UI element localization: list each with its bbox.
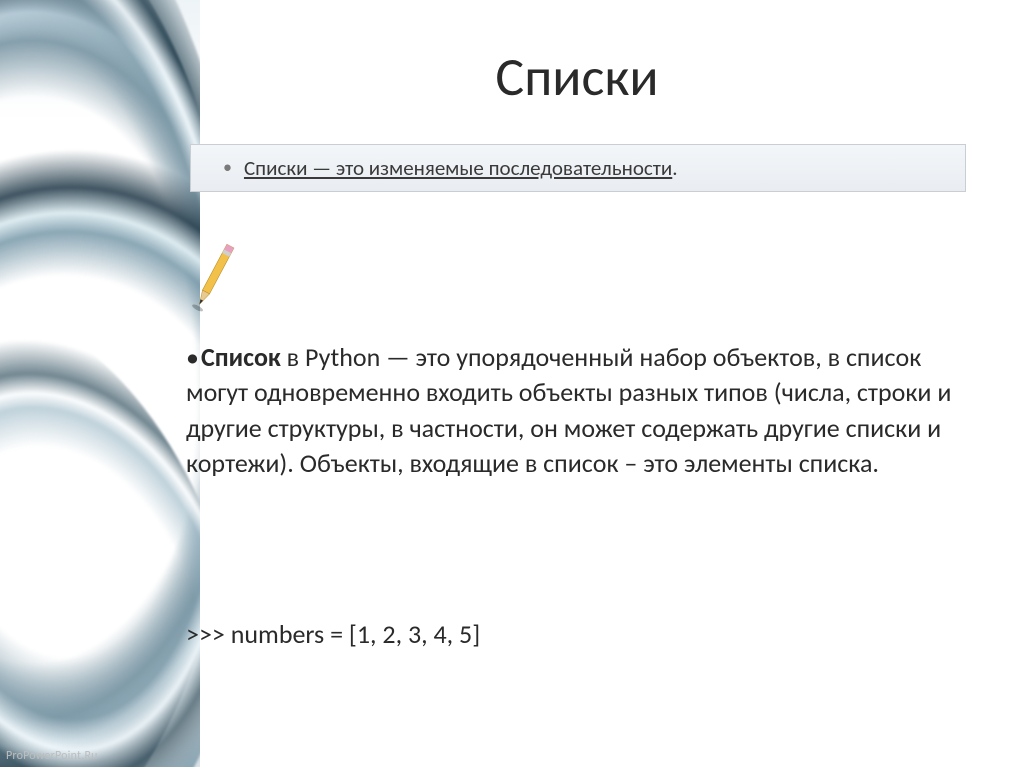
- body-paragraph: •Список в Python — это упорядоченный наб…: [186, 340, 976, 481]
- subtitle-box: • Списки — это изменяемые последовательно…: [190, 144, 966, 192]
- slide: Списки • Списки — это изменяемые последов…: [0, 0, 1024, 767]
- body-rest: в Python — это упорядоченный набор объек…: [186, 341, 951, 479]
- slide-title: Списки: [190, 44, 964, 110]
- subtitle-tail: .: [672, 155, 677, 181]
- bullet-icon: •: [186, 341, 199, 373]
- pencil-icon: [186, 232, 242, 322]
- subtitle-link[interactable]: Списки — это изменяемые последовательнос…: [244, 155, 672, 181]
- body-strong: Список: [201, 341, 281, 373]
- watermark: ProPowerPoint.Ru: [6, 749, 98, 763]
- background-swirl: [0, 0, 200, 767]
- bullet-icon: •: [223, 156, 232, 178]
- code-example: >>> numbers = [1, 2, 3, 4, 5]: [186, 618, 480, 650]
